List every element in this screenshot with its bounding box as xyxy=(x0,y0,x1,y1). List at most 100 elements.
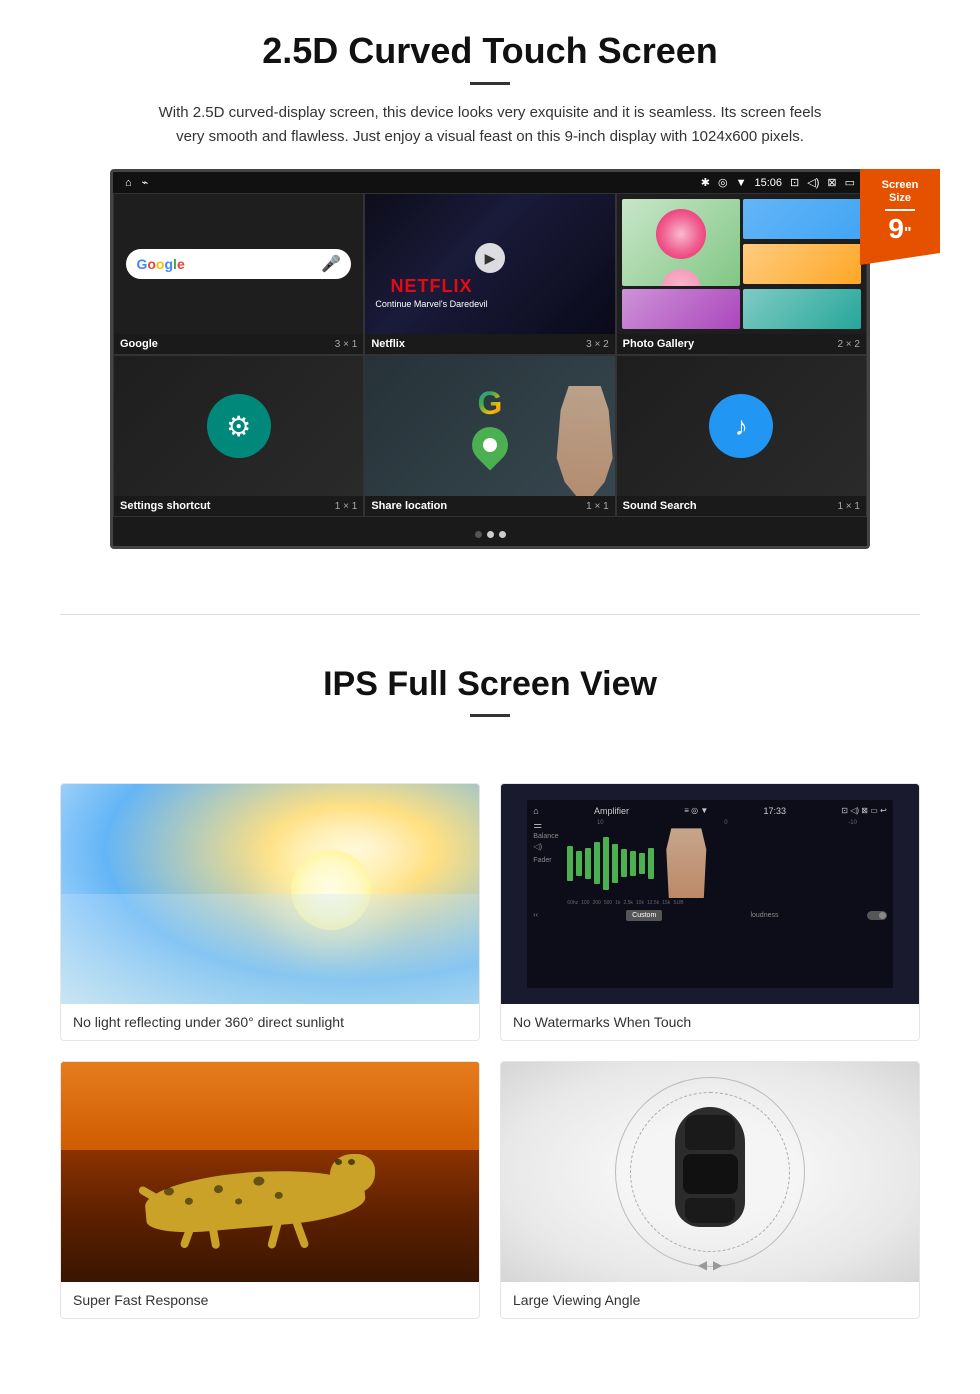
image-grid: No light reflecting under 360° direct su… xyxy=(0,763,980,1329)
cheetah-head xyxy=(330,1154,375,1194)
amp-bar-8[interactable] xyxy=(630,851,636,876)
amp-title: Amplifier xyxy=(594,806,629,816)
title-divider xyxy=(470,82,510,85)
netflix-play-button[interactable]: ▶ xyxy=(475,243,505,273)
amp-bar-10[interactable] xyxy=(648,848,654,880)
netflix-logo: NETFLIX xyxy=(375,276,487,297)
amplifier-image: ⌂ Amplifier ≡ ◎ ▼ 17:33 ⊡ ◁) ⊠ ▭ ↩ ⚌ Bal… xyxy=(501,784,919,1004)
photo-thumb-extra2 xyxy=(743,289,861,329)
amp-bar-5[interactable] xyxy=(603,837,609,890)
share-location-app-name: Share location xyxy=(371,500,447,512)
badge-unit: " xyxy=(904,225,912,242)
share-location-label-row: Share location 1 × 1 xyxy=(365,496,614,516)
car-image: ◀ ▶ xyxy=(501,1062,919,1282)
netflix-cell-inner: ▶ NETFLIX Continue Marvel's Daredevil xyxy=(365,194,614,334)
amp-bar-3[interactable] xyxy=(585,848,591,880)
device-mockup: ⌂ ⌁ ✱ ◎ ▼ 15:06 ⊡ ◁) ⊠ ▭ xyxy=(110,169,870,549)
amp-header: ⌂ Amplifier ≡ ◎ ▼ 17:33 ⊡ ◁) ⊠ ▭ ↩ xyxy=(533,806,886,816)
app-cell-sound-search[interactable]: ♪ Sound Search 1 × 1 xyxy=(616,355,867,517)
image-card-sunlight: No light reflecting under 360° direct su… xyxy=(60,783,480,1041)
photo-thumb-blue xyxy=(743,199,861,239)
location-icon: ◎ xyxy=(718,176,728,189)
amplifier-caption: No Watermarks When Touch xyxy=(501,1004,919,1040)
app-grid-row2: ⚙ Settings shortcut 1 × 1 G xyxy=(113,355,867,517)
badge-title: Screen Size xyxy=(874,179,926,205)
status-right: ✱ ◎ ▼ 15:06 ⊡ ◁) ⊠ ▭ xyxy=(701,176,855,189)
screen-size-badge: Screen Size 9" xyxy=(860,169,940,253)
close-status-icon: ⊠ xyxy=(827,176,836,189)
dot-2 xyxy=(487,531,494,538)
car-right-arrow: ▶ xyxy=(713,1258,722,1272)
sunlight-caption: No light reflecting under 360° direct su… xyxy=(61,1004,479,1040)
status-time: 15:06 xyxy=(755,177,783,189)
amp-bar-labels: 60hz 100 200 500 1k 2.5k 10k 12.5k 15k S… xyxy=(567,900,886,906)
amp-bar-2[interactable] xyxy=(576,851,582,876)
settings-icon: ⚙ xyxy=(207,394,271,458)
car-arrows: ◀ ▶ xyxy=(698,1258,722,1272)
amp-content: ⚌ Balance ◁) Fader 10 0 -10 xyxy=(533,820,886,906)
amp-right-icons: ⊡ ◁) ⊠ ▭ ↩ xyxy=(841,806,886,816)
photo-thumb-extra xyxy=(622,289,740,329)
car-top-view xyxy=(670,1107,750,1237)
google-mic-icon[interactable]: 🎤 xyxy=(321,254,341,274)
page-divider xyxy=(60,614,920,615)
amp-bars-container: 10 0 -10 xyxy=(567,820,886,906)
amp-balance-label: Balance xyxy=(533,833,563,840)
device-screen: ⌂ ⌁ ✱ ◎ ▼ 15:06 ⊡ ◁) ⊠ ▭ xyxy=(110,169,870,549)
amp-screen: ⌂ Amplifier ≡ ◎ ▼ 17:33 ⊡ ◁) ⊠ ▭ ↩ ⚌ Bal… xyxy=(527,800,892,987)
amp-bar-6[interactable] xyxy=(612,844,618,883)
photo-thumb-flower xyxy=(622,199,740,286)
netflix-label-row: Netflix 3 × 2 xyxy=(365,334,614,354)
section-ips: IPS Full Screen View xyxy=(0,655,980,763)
amp-sliders-icon: ⚌ xyxy=(533,820,563,831)
app-cell-photo-gallery[interactable]: Photo Gallery 2 × 2 xyxy=(616,193,867,355)
app-cell-settings[interactable]: ⚙ Settings shortcut 1 × 1 xyxy=(113,355,364,517)
app-cell-share-location[interactable]: G Share location 1 × 1 xyxy=(364,355,615,517)
amp-bar-7[interactable] xyxy=(621,849,627,877)
section1-title: 2.5D Curved Touch Screen xyxy=(60,30,920,72)
amp-bar-1[interactable] xyxy=(567,846,573,881)
google-app-size: 3 × 1 xyxy=(335,339,358,350)
bluetooth-icon: ✱ xyxy=(701,176,710,189)
settings-app-name: Settings shortcut xyxy=(120,500,210,512)
photo-gallery-inner xyxy=(617,194,866,334)
section1-description: With 2.5D curved-display screen, this de… xyxy=(150,101,830,149)
google-search-bar[interactable]: Google 🎤 xyxy=(126,249,350,279)
cheetah-image xyxy=(61,1062,479,1282)
netflix-app-size: 3 × 2 xyxy=(586,339,609,350)
photo-gallery-app-name: Photo Gallery xyxy=(623,338,695,350)
amp-custom-btn[interactable]: Custom xyxy=(626,910,662,921)
status-left: ⌂ ⌁ xyxy=(125,176,148,189)
flower-image xyxy=(656,209,706,259)
settings-app-size: 1 × 1 xyxy=(335,501,358,512)
image-card-car: ◀ ▶ Large Viewing Angle xyxy=(500,1061,920,1319)
car-roof xyxy=(683,1154,738,1194)
image-card-amplifier: ⌂ Amplifier ≡ ◎ ▼ 17:33 ⊡ ◁) ⊠ ▭ ↩ ⚌ Bal… xyxy=(500,783,920,1041)
section2-divider xyxy=(470,714,510,717)
google-cell-inner: Google 🎤 xyxy=(114,194,363,334)
amp-labels: ⚌ Balance ◁) Fader xyxy=(533,820,563,906)
photo-gallery-label-row: Photo Gallery 2 × 2 xyxy=(617,334,866,354)
status-bar: ⌂ ⌁ ✱ ◎ ▼ 15:06 ⊡ ◁) ⊠ ▭ xyxy=(113,172,867,193)
camera-icon: ⊡ xyxy=(790,176,799,189)
section-curved-screen: 2.5D Curved Touch Screen With 2.5D curve… xyxy=(0,0,980,574)
amp-toggle[interactable] xyxy=(867,911,887,920)
home-icon: ⌂ xyxy=(125,177,132,189)
dot-1 xyxy=(475,531,482,538)
amp-bar-9[interactable] xyxy=(639,853,645,874)
share-location-cell-inner: G xyxy=(365,356,614,496)
app-cell-google[interactable]: Google 🎤 Google 3 × 1 xyxy=(113,193,364,355)
amp-bar-4[interactable] xyxy=(594,842,600,884)
sound-search-cell-inner: ♪ xyxy=(617,356,866,496)
amp-hand-touch xyxy=(661,828,711,898)
badge-divider xyxy=(885,209,915,211)
amp-volume-icon: ◁) xyxy=(533,842,563,851)
sunlight-image xyxy=(61,784,479,1004)
car-left-arrow: ◀ xyxy=(698,1258,707,1272)
badge-size: 9" xyxy=(874,215,926,243)
sound-search-icon: ♪ xyxy=(709,394,773,458)
cheetah-caption: Super Fast Response xyxy=(61,1282,479,1318)
app-cell-netflix[interactable]: ▶ NETFLIX Continue Marvel's Daredevil Ne… xyxy=(364,193,615,355)
amp-prev-icon[interactable]: ‹‹ xyxy=(533,912,538,919)
amp-time: 17:33 xyxy=(764,806,787,816)
